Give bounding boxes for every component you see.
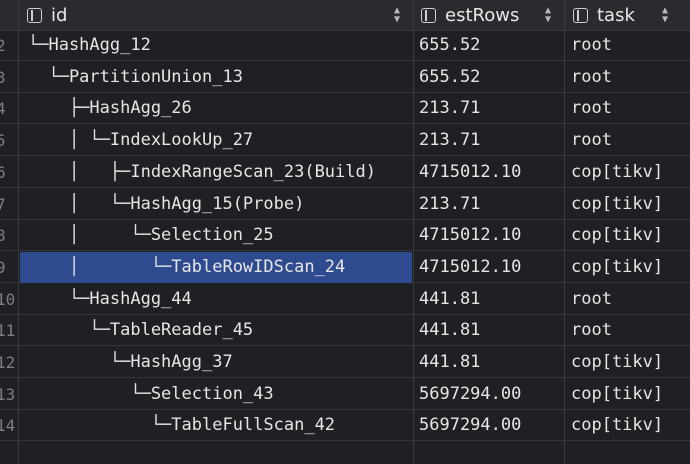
cell-task[interactable]: cop[tikv] (571, 157, 663, 188)
cell-estrows[interactable]: 4715012.10 (419, 220, 521, 251)
cell-estrows[interactable]: 213.71 (419, 125, 480, 156)
cell-task[interactable]: root (571, 62, 612, 93)
cell-estrows[interactable]: 5697294.00 (419, 410, 521, 441)
table-row[interactable]: 3 └─PartitionUnion_13 655.52 root (0, 62, 690, 93)
cell-task[interactable]: cop[tikv] (571, 379, 663, 410)
row-number: 11 (0, 321, 16, 341)
column-label-task: task (597, 4, 635, 26)
sort-icon[interactable]: ▲ ▼ (543, 6, 553, 25)
cell-task[interactable]: cop[tikv] (571, 189, 663, 220)
cell-id[interactable]: │ └─IndexLookUp_27 (28, 125, 253, 156)
cell-task[interactable]: cop[tikv] (571, 347, 663, 378)
table-row[interactable]: 5 │ └─IndexLookUp_27 213.71 root (0, 125, 690, 157)
row-number: 4 (0, 99, 6, 119)
cell-estrows[interactable]: 4715012.10 (419, 157, 521, 188)
table-row[interactable]: 8 │ └─Selection_25 4715012.10 cop[tikv] (0, 220, 690, 252)
table-row[interactable]: 12 └─HashAgg_37 441.81 cop[tikv] (0, 347, 690, 378)
table-row[interactable]: 13 └─Selection_43 5697294.00 cop[tikv] (0, 379, 690, 410)
table-row[interactable]: 2 └─HashAgg_12 655.52 root (0, 30, 690, 61)
column-label-id: id (51, 4, 68, 26)
row-number: 2 (0, 36, 6, 55)
cell-id[interactable]: ├─HashAgg_26 (28, 93, 192, 124)
table-row[interactable]: 6 │ ├─IndexRangeScan_23(Build) 4715012.10… (0, 157, 690, 188)
table-row[interactable]: 11 └─TableReader_45 441.81 root (0, 315, 690, 347)
cell-id[interactable]: └─Selection_43 (28, 379, 273, 410)
cell-task[interactable]: cop[tikv] (571, 220, 663, 251)
cell-estrows[interactable]: 441.81 (419, 315, 480, 346)
cell-id[interactable]: └─HashAgg_12 (28, 30, 151, 61)
row-number: 6 (0, 162, 6, 182)
column-icon (573, 7, 588, 23)
cell-task[interactable]: root (571, 30, 612, 61)
cell-task[interactable]: root (571, 125, 612, 156)
cell-id[interactable]: │ └─TableRowIDScan_24 (28, 252, 345, 283)
cell-task[interactable]: cop[tikv] (571, 252, 663, 283)
cell-estrows[interactable]: 5697294.00 (419, 379, 521, 410)
row-number: 12 (0, 353, 16, 372)
row-number: 13 (0, 384, 16, 404)
result-grid: id ▲ ▼ estRows ▲ ▼ task ▲ ▼ 2 └─HashAgg_12 65… (0, 0, 690, 464)
table-row[interactable]: 4 ├─HashAgg_26 213.71 root (0, 93, 690, 125)
cell-id[interactable]: │ ├─IndexRangeScan_23(Build) (28, 157, 376, 188)
cell-task[interactable]: root (571, 284, 612, 315)
cell-id[interactable]: └─PartitionUnion_13 (28, 62, 242, 93)
column-icon (421, 7, 436, 23)
row-number: 8 (0, 226, 6, 246)
sort-icon[interactable]: ▲ ▼ (392, 6, 402, 25)
cell-task[interactable]: root (571, 315, 612, 346)
cell-estrows[interactable]: 441.81 (419, 284, 480, 315)
cell-task[interactable]: root (571, 93, 612, 124)
table-row[interactable]: 9 │ └─TableRowIDScan_24 4715012.10 cop[tik… (0, 251, 690, 283)
column-label-estrows: estRows (445, 4, 520, 26)
grid-header: id ▲ ▼ estRows ▲ ▼ task ▲ ▼ (0, 0, 690, 31)
column-header-id[interactable]: id (27, 0, 67, 30)
cell-id[interactable]: └─HashAgg_37 (28, 347, 233, 378)
table-row[interactable]: 7 │ └─HashAgg_15(Probe) 213.71 cop[tikv] (0, 189, 690, 220)
cell-estrows[interactable]: 655.52 (419, 62, 480, 93)
cell-estrows[interactable]: 213.71 (419, 189, 480, 220)
cell-id[interactable]: └─HashAgg_44 (28, 284, 192, 315)
cell-id[interactable]: │ └─Selection_25 (28, 220, 274, 251)
column-divider[interactable] (18, 0, 19, 464)
row-number: 5 (0, 131, 6, 151)
column-header-estrows[interactable]: estRows (421, 0, 519, 30)
cell-estrows[interactable]: 441.81 (419, 347, 480, 378)
column-divider[interactable] (564, 0, 565, 464)
row-number: 10 (0, 289, 16, 309)
cell-task[interactable]: cop[tikv] (571, 410, 663, 441)
cell-estrows[interactable]: 4715012.10 (419, 252, 521, 283)
cell-estrows[interactable]: 655.52 (419, 30, 480, 61)
row-number: 14 (0, 416, 16, 436)
cell-id[interactable]: └─TableFullScan_42 (28, 410, 335, 441)
table-row[interactable]: 14 └─TableFullScan_42 5697294.00 cop[tikv] (0, 410, 690, 442)
sort-icon[interactable]: ▲ ▼ (660, 6, 670, 25)
row-number: 3 (0, 67, 6, 87)
table-row[interactable]: 10 └─HashAgg_44 441.81 root (0, 284, 690, 315)
column-header-task[interactable]: task (573, 0, 635, 30)
row-number: 7 (0, 194, 6, 214)
column-divider[interactable] (413, 0, 414, 464)
cell-id[interactable]: └─TableReader_45 (28, 315, 253, 346)
row-number: 9 (0, 257, 6, 277)
cell-estrows[interactable]: 213.71 (419, 93, 480, 124)
column-icon (27, 7, 42, 23)
cell-id[interactable]: │ └─HashAgg_15(Probe) (28, 189, 304, 220)
